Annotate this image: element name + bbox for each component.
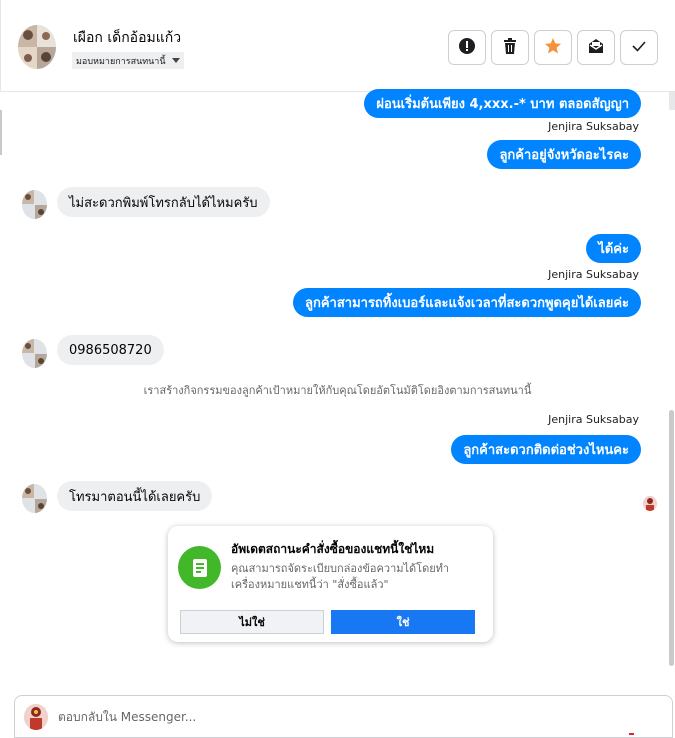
- sender-name: Jenjira Suksabay: [548, 120, 639, 133]
- reply-input[interactable]: [58, 705, 638, 729]
- no-button[interactable]: ไม่ใช่: [180, 610, 324, 634]
- incoming-message: โทรมาตอนนี้ได้เลยครับ: [57, 481, 213, 511]
- contact-avatar[interactable]: [18, 25, 56, 69]
- prompt-body: คุณสามารถจัดระเบียบกล่องข้อความได้โดยทำเ…: [231, 562, 450, 591]
- mail-icon: [587, 37, 605, 59]
- yes-button[interactable]: ใช่: [331, 610, 475, 634]
- prompt-title: อัพเดตสถานะคำสั่งซื้อของแชทนี้ใช่ไหม: [231, 542, 435, 556]
- page-avatar: [24, 704, 48, 730]
- incoming-message: 0986508720: [57, 335, 164, 365]
- incoming-message: ไม่สะดวกพิมพ์โทรกลับได้ไหมครับ: [57, 187, 270, 217]
- system-notice: เราสร้างกิจกรรมของลูกค้าเป้าหมายให้กับคุ…: [143, 384, 532, 397]
- order-list-icon: [178, 546, 221, 589]
- message-scrollbar[interactable]: [669, 410, 674, 666]
- mark-unread-button[interactable]: [577, 30, 615, 65]
- contact-avatar-small: [22, 339, 47, 368]
- conversation-header: เผือก เด็กอ้อมแก้ว มอบหมายการสนทนานี้: [0, 0, 675, 92]
- contact-avatar-small: [22, 484, 47, 513]
- seen-avatar: [643, 496, 657, 511]
- contact-name: เผือก เด็กอ้อมแก้ว: [73, 30, 182, 46]
- order-status-prompt-card: อัพเดตสถานะคำสั่งซื้อของแชทนี้ใช่ไหม คุณ…: [168, 526, 493, 642]
- outgoing-message: ลูกค้าสามารถทิ้งเบอร์และแจ้งเวลาที่สะดวก…: [293, 288, 641, 317]
- caret-down-icon: [171, 58, 180, 63]
- reply-composer: [14, 695, 673, 738]
- spellcheck-marker: [629, 733, 634, 735]
- contact-avatar-small: [22, 190, 47, 219]
- outgoing-message: ลูกค้าอยู่จังหวัดอะไรคะ: [487, 140, 641, 169]
- star-button[interactable]: [534, 30, 572, 65]
- outgoing-message: ได้ค่ะ: [586, 234, 641, 263]
- check-icon: [630, 37, 648, 59]
- mark-done-button[interactable]: [620, 30, 658, 65]
- assign-label: มอบหมายการสนทนานี้: [76, 56, 166, 67]
- star-icon: [544, 37, 562, 59]
- outgoing-message: ลูกค้าสะดวกติดต่อช่วงไหนคะ: [451, 435, 641, 464]
- sender-name: Jenjira Suksabay: [548, 413, 639, 426]
- scroll-track-top: [669, 92, 675, 110]
- trash-icon: [502, 37, 518, 59]
- delete-button[interactable]: [491, 30, 529, 65]
- assign-conversation-dropdown[interactable]: มอบหมายการสนทนานี้: [72, 52, 184, 69]
- left-divider: [0, 110, 2, 155]
- alert-icon: [458, 37, 476, 59]
- mark-spam-button[interactable]: [448, 30, 486, 65]
- outgoing-message: ผ่อนเริ่มต้นเพียง 4,xxx.-* บาท ตลอดสัญญา: [364, 89, 641, 118]
- sender-name: Jenjira Suksabay: [548, 268, 639, 281]
